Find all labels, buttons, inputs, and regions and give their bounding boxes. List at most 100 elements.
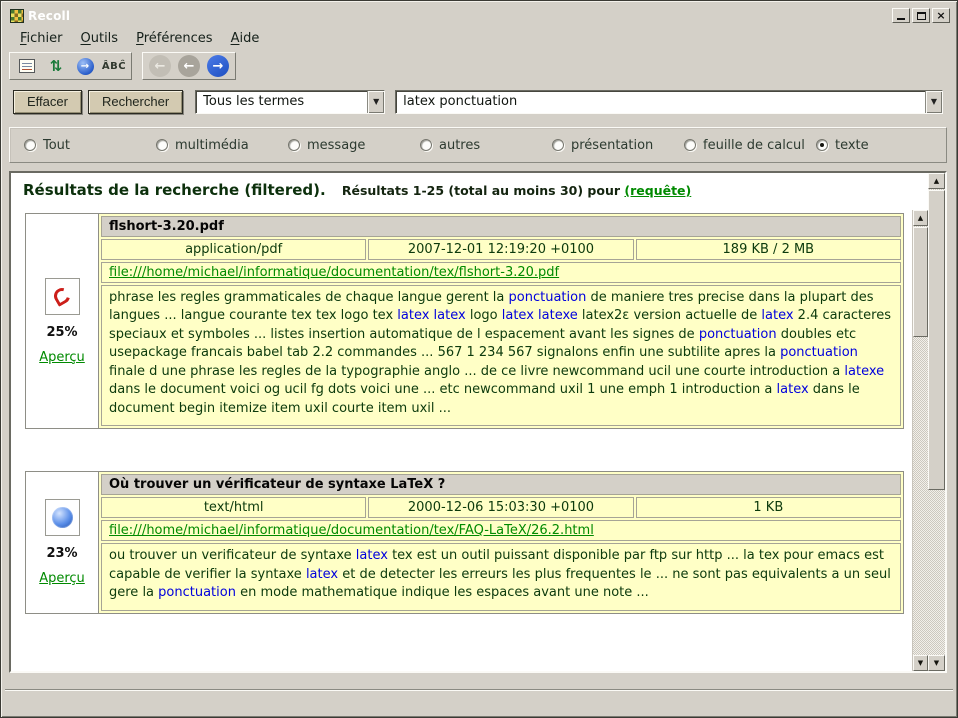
search-button[interactable]: Rechercher bbox=[88, 90, 183, 114]
query-input-value[interactable]: latex ponctuation bbox=[396, 91, 925, 113]
filter-label: texte bbox=[835, 138, 869, 153]
menu-outils[interactable]: Outils bbox=[72, 29, 128, 48]
scroll-down-icon: ▼ bbox=[934, 659, 939, 667]
app-icon bbox=[10, 9, 24, 23]
scroll-up-icon: ▲ bbox=[934, 177, 939, 185]
filter-label: autres bbox=[439, 138, 480, 153]
result-date: 2007-12-01 12:19:20 +0100 bbox=[368, 239, 633, 260]
close-icon: × bbox=[936, 10, 945, 21]
menu-preferences[interactable]: Préférences bbox=[127, 29, 221, 48]
filter-label: multimédia bbox=[175, 138, 249, 153]
status-bar bbox=[5, 689, 953, 713]
radio-icon bbox=[420, 139, 432, 151]
result-url-row: file:///home/michael/informatique/docume… bbox=[101, 520, 901, 541]
result-mime: application/pdf bbox=[101, 239, 366, 260]
radio-icon bbox=[816, 139, 828, 151]
filter-radio-autres[interactable]: autres bbox=[420, 138, 552, 153]
results-summary: Résultats 1-25 (total au moins 30) pour … bbox=[342, 183, 691, 198]
filter-radio-multimedia[interactable]: multimédia bbox=[156, 138, 288, 153]
clear-search-button[interactable] bbox=[14, 54, 40, 78]
scrollbar-thumb[interactable] bbox=[928, 190, 945, 490]
term-explorer-button[interactable]: ÂBĈ bbox=[101, 54, 127, 78]
results-list-scrollbar[interactable]: ▲ ▼ bbox=[912, 210, 928, 671]
result-url-link[interactable]: file:///home/michael/informatique/docume… bbox=[109, 265, 559, 280]
next-page-button[interactable]: → bbox=[205, 54, 231, 78]
pdf-swirl-glyph bbox=[51, 285, 73, 307]
relevance-percent: 23% bbox=[46, 546, 77, 561]
maximize-button[interactable] bbox=[912, 8, 930, 23]
pdf-icon bbox=[45, 278, 80, 315]
close-button[interactable]: × bbox=[932, 8, 950, 23]
preview-link[interactable]: Aperçu bbox=[39, 571, 85, 586]
scrollbar-thumb[interactable] bbox=[913, 227, 928, 337]
result-date: 2000-12-06 15:03:30 +0100 bbox=[368, 497, 633, 518]
result-item: 23% Aperçu Où trouver un vérificateur de… bbox=[25, 471, 904, 613]
results-list: Résultats de la recherche (filtered). Ré… bbox=[11, 173, 910, 671]
pane-scrollbar[interactable]: ▲ ▼ bbox=[928, 173, 945, 671]
scroll-down-button[interactable]: ▼ bbox=[928, 655, 945, 671]
result-meta-row: text/html 2000-12-06 15:03:30 +0100 1 KB bbox=[101, 497, 901, 518]
result-side-panel: 23% Aperçu bbox=[26, 472, 98, 612]
recoll-window: Recoll × Fichier Outils Préférences Aide… bbox=[0, 0, 958, 718]
index-update-icon: ⇅ bbox=[50, 59, 63, 74]
filter-label: message bbox=[307, 138, 365, 153]
toolbar-group-main: ⇅ → ÂBĈ bbox=[9, 52, 132, 80]
result-abstract: phrase les regles grammaticales de chaqu… bbox=[101, 285, 901, 426]
result-filename: flshort-3.20.pdf bbox=[101, 216, 901, 237]
index-update-button[interactable]: ⇅ bbox=[43, 54, 69, 78]
results-title: Résultats de la recherche (filtered). bbox=[23, 181, 326, 199]
result-url-link[interactable]: file:///home/michael/informatique/docume… bbox=[109, 523, 594, 538]
filter-radio-texte[interactable]: texte bbox=[816, 138, 869, 153]
menu-bar: Fichier Outils Préférences Aide bbox=[5, 28, 953, 49]
query-details-link[interactable]: (requête) bbox=[624, 183, 691, 198]
result-side-panel: 25% Aperçu bbox=[26, 214, 98, 428]
toolbar: ⇅ → ÂBĈ ← ← → bbox=[9, 51, 246, 81]
result-abstract: ou trouver un verificateur de syntaxe la… bbox=[101, 543, 901, 610]
radio-icon bbox=[156, 139, 168, 151]
radio-icon bbox=[24, 139, 36, 151]
prev-page-button[interactable]: ← bbox=[176, 54, 202, 78]
result-table: flshort-3.20.pdf application/pdf 2007-12… bbox=[98, 214, 903, 428]
filter-radio-presentation[interactable]: présentation bbox=[552, 138, 684, 153]
relevance-percent: 25% bbox=[46, 325, 77, 340]
result-item: 25% Aperçu flshort-3.20.pdf application/… bbox=[25, 213, 904, 429]
scroll-down-button[interactable]: ▼ bbox=[913, 655, 928, 671]
globe-arrow-icon: → bbox=[77, 58, 94, 75]
term-explorer-icon: ÂBĈ bbox=[102, 61, 126, 72]
scroll-up-button[interactable]: ▲ bbox=[928, 173, 945, 189]
result-size: 1 KB bbox=[636, 497, 901, 518]
query-details-button[interactable]: → bbox=[72, 54, 98, 78]
filter-label: feuille de calcul bbox=[703, 138, 805, 153]
result-mime: text/html bbox=[101, 497, 366, 518]
search-mode-select[interactable]: Tous les termes ▼ bbox=[195, 90, 385, 114]
menu-aide[interactable]: Aide bbox=[222, 29, 269, 48]
toolbar-group-nav: ← ← → bbox=[142, 52, 236, 80]
search-row: Effacer Rechercher Tous les termes ▼ lat… bbox=[13, 89, 943, 114]
search-mode-value: Tous les termes bbox=[196, 91, 367, 113]
prev-page-icon: ← bbox=[178, 55, 200, 77]
query-input[interactable]: latex ponctuation ▼ bbox=[395, 90, 943, 114]
query-history-dropdown-button[interactable]: ▼ bbox=[925, 91, 942, 113]
search-mode-dropdown-button[interactable]: ▼ bbox=[367, 91, 384, 113]
window-titlebar[interactable]: Recoll × bbox=[5, 5, 953, 26]
filter-label: présentation bbox=[571, 138, 653, 153]
filter-radio-message[interactable]: message bbox=[288, 138, 420, 153]
result-meta-row: application/pdf 2007-12-01 12:19:20 +010… bbox=[101, 239, 901, 260]
minimize-icon bbox=[897, 18, 905, 20]
menu-fichier[interactable]: Fichier bbox=[11, 29, 72, 48]
chevron-down-icon: ▼ bbox=[373, 97, 379, 106]
result-filename: Où trouver un vérificateur de syntaxe La… bbox=[101, 474, 901, 495]
filter-radio-feuille-de-calcul[interactable]: feuille de calcul bbox=[684, 138, 816, 153]
results-count: Résultats 1-25 (total au moins 30) pour bbox=[342, 183, 620, 198]
filter-radio-tout[interactable]: Tout bbox=[24, 138, 156, 153]
minimize-button[interactable] bbox=[892, 8, 910, 23]
scroll-up-button[interactable]: ▲ bbox=[913, 210, 928, 226]
preview-link[interactable]: Aperçu bbox=[39, 350, 85, 365]
html-icon bbox=[45, 499, 80, 536]
first-page-button[interactable]: ← bbox=[147, 54, 173, 78]
radio-icon bbox=[684, 139, 696, 151]
filter-label: Tout bbox=[43, 138, 70, 153]
clear-button[interactable]: Effacer bbox=[13, 90, 82, 114]
result-url-row: file:///home/michael/informatique/docume… bbox=[101, 262, 901, 283]
globe-icon bbox=[52, 507, 73, 528]
